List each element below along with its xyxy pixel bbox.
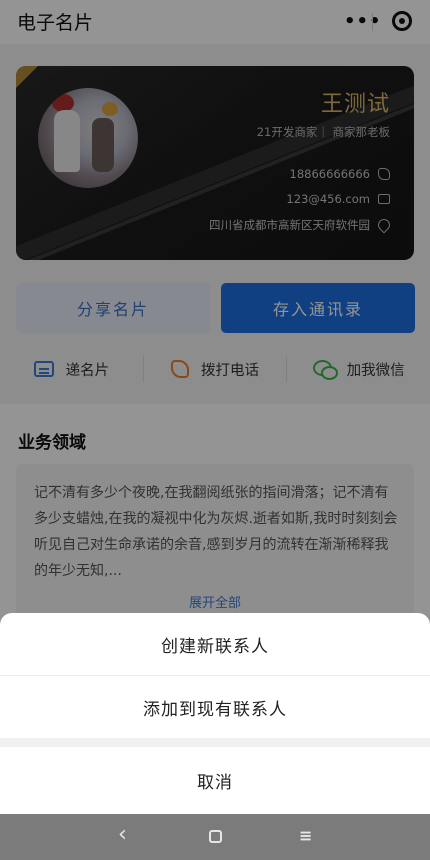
system-nav-bar: ‹ ≡ bbox=[0, 814, 430, 860]
back-icon[interactable]: ‹ bbox=[118, 822, 127, 847]
action-sheet: 创建新联系人 添加到现有联系人 取消 bbox=[0, 613, 430, 814]
add-to-existing-option[interactable]: 添加到现有联系人 bbox=[0, 676, 430, 738]
sheet-gap bbox=[0, 738, 430, 747]
home-square-icon[interactable] bbox=[209, 830, 222, 843]
menu-icon[interactable]: ≡ bbox=[299, 828, 312, 844]
create-contact-option[interactable]: 创建新联系人 bbox=[0, 613, 430, 675]
cancel-button[interactable]: 取消 bbox=[0, 747, 430, 814]
